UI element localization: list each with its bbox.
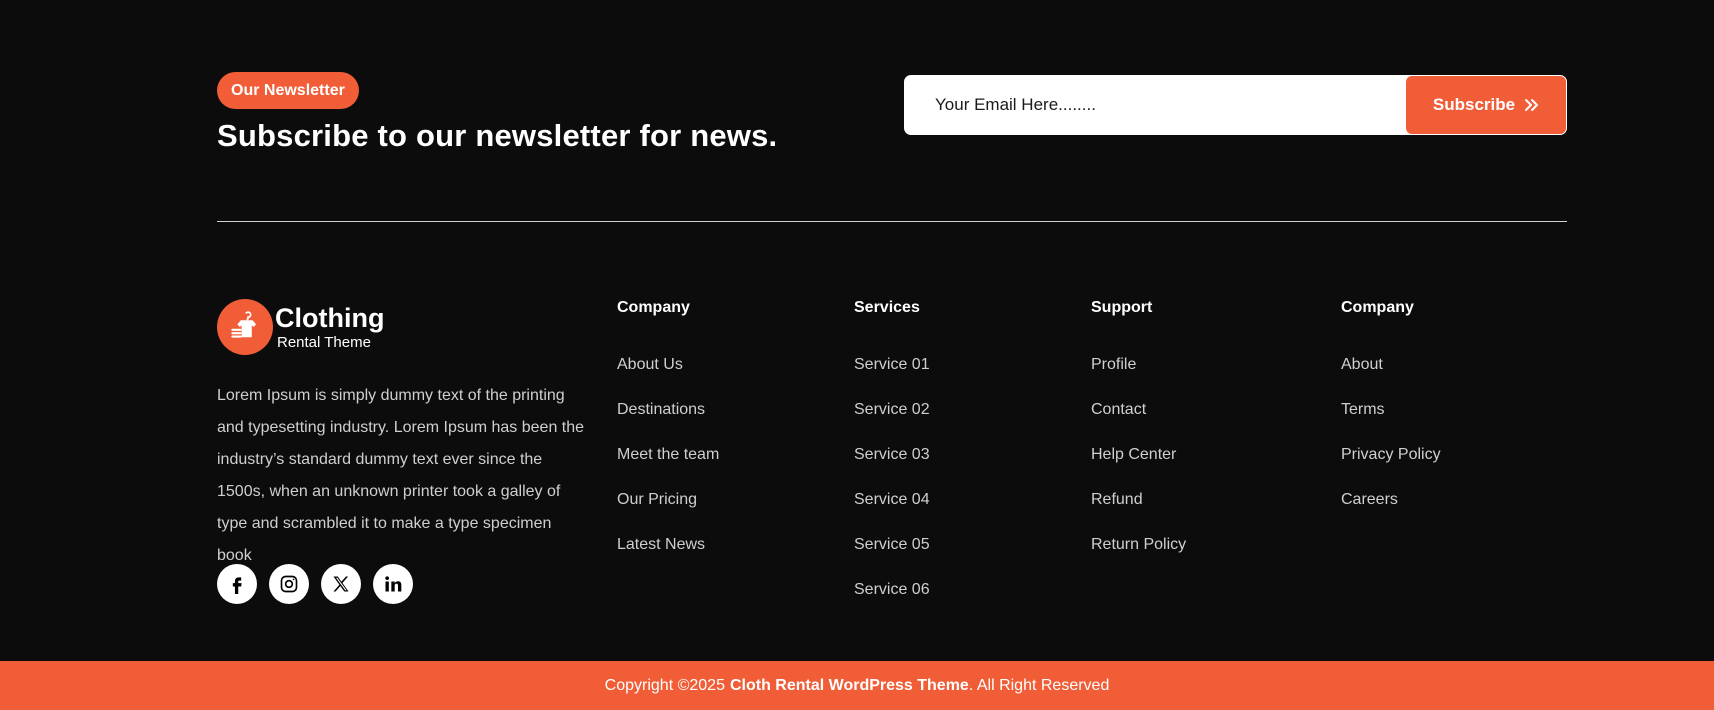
footer-link-latest-news[interactable]: Latest News: [617, 532, 719, 577]
linkedin-icon: [385, 576, 402, 592]
brand-tagline: Rental Theme: [277, 333, 371, 351]
subscribe-button[interactable]: Subscribe: [1406, 76, 1566, 134]
footer-link-about[interactable]: About: [1341, 352, 1441, 397]
copyright-suffix: . All Right Reserved: [968, 676, 1110, 694]
footer-link-service-03[interactable]: Service 03: [854, 442, 930, 487]
footer-link-service-02[interactable]: Service 02: [854, 397, 930, 442]
footer-link-destinations[interactable]: Destinations: [617, 397, 719, 442]
copyright-prefix: Copyright ©2025: [604, 676, 725, 694]
facebook-link[interactable]: [217, 564, 257, 604]
double-chevron-right-icon: [1525, 99, 1539, 111]
footer-link-service-01[interactable]: Service 01: [854, 352, 930, 397]
footer-link-careers[interactable]: Careers: [1341, 487, 1441, 532]
column-title: Services: [854, 299, 920, 316]
section-divider: [217, 221, 1567, 222]
column-title: Support: [1091, 299, 1153, 316]
linkedin-link[interactable]: [373, 564, 413, 604]
footer-link-help-center[interactable]: Help Center: [1091, 442, 1186, 487]
footer-link-contact[interactable]: Contact: [1091, 397, 1186, 442]
copyright-bar: Copyright ©2025 Cloth Rental WordPress T…: [0, 661, 1714, 710]
facebook-icon: [232, 577, 242, 594]
copyright-brand-link[interactable]: Cloth Rental WordPress Theme: [730, 677, 969, 695]
newsletter-title: Subscribe to our newsletter for news.: [217, 118, 778, 153]
x-link[interactable]: [321, 564, 361, 604]
email-input[interactable]: [905, 76, 1406, 134]
footer-column-company: Company About Us Destinations Meet the t…: [617, 299, 719, 577]
column-title: Company: [1341, 299, 1414, 316]
footer-link-return-policy[interactable]: Return Policy: [1091, 532, 1186, 577]
newsletter-badge: Our Newsletter: [217, 72, 359, 109]
footer-link-service-04[interactable]: Service 04: [854, 487, 930, 532]
footer-link-profile[interactable]: Profile: [1091, 352, 1186, 397]
instagram-icon: [280, 575, 298, 593]
footer-link-privacy-policy[interactable]: Privacy Policy: [1341, 442, 1441, 487]
footer-column-support: Support Profile Contact Help Center Refu…: [1091, 299, 1186, 577]
brand-name: Clothing: [275, 302, 385, 333]
footer-column-company-2: Company About Terms Privacy Policy Caree…: [1341, 299, 1441, 532]
newsletter-form: Subscribe: [904, 75, 1567, 135]
hanger-shirt-icon: [217, 299, 273, 355]
instagram-link[interactable]: [269, 564, 309, 604]
footer-link-service-05[interactable]: Service 05: [854, 532, 930, 577]
subscribe-label: Subscribe: [1432, 95, 1516, 114]
footer-column-services: Services Service 01 Service 02 Service 0…: [854, 299, 930, 622]
footer-link-about-us[interactable]: About Us: [617, 352, 719, 397]
footer-link-refund[interactable]: Refund: [1091, 487, 1186, 532]
footer-link-meet-the-team[interactable]: Meet the team: [617, 442, 719, 487]
column-title: Company: [617, 299, 690, 316]
footer-link-terms[interactable]: Terms: [1341, 397, 1441, 442]
x-icon: [333, 576, 349, 592]
brand-description: Lorem Ipsum is simply dummy text of the …: [217, 387, 585, 564]
social-links: [217, 564, 413, 604]
brand-logo-block[interactable]: Clothing Rental Theme: [217, 299, 384, 355]
footer-link-our-pricing[interactable]: Our Pricing: [617, 487, 719, 532]
footer-link-service-06[interactable]: Service 06: [854, 577, 930, 622]
